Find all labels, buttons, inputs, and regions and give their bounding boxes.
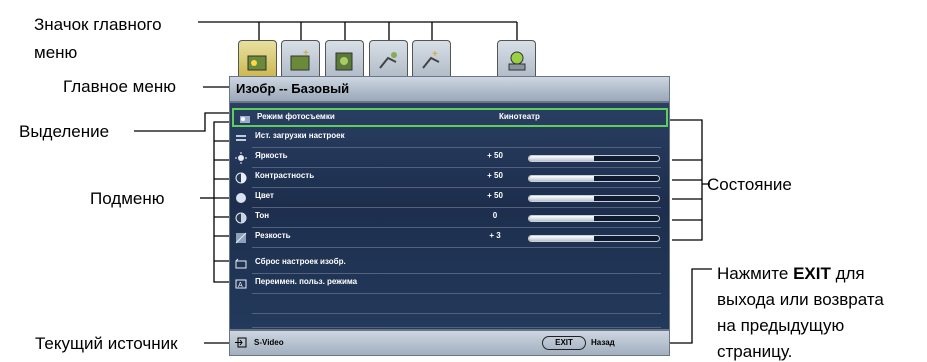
svg-text:+: +: [303, 48, 309, 59]
slider-fill: [529, 236, 594, 241]
menu-item-value: Кинотеатр: [499, 112, 540, 121]
menu-item-sharpness[interactable]: Резкость + 3: [230, 229, 669, 248]
empty-row: [230, 309, 669, 328]
current-source-value: S-Video: [254, 338, 284, 347]
menu-item-label: Цвет: [255, 191, 274, 200]
osd-title: Изобр -- Базовый: [236, 81, 350, 96]
exit-button[interactable]: EXIT: [542, 336, 586, 350]
tint-slider[interactable]: [528, 215, 660, 222]
menu-item-label: Режим фотосъемки: [257, 112, 335, 121]
menu-item-value: + 3: [489, 231, 501, 240]
osd-footer: S-Video EXIT Назад: [229, 330, 670, 356]
svg-text:A: A: [238, 282, 243, 289]
picture-tab-icon: [247, 55, 267, 71]
slider-fill: [529, 156, 594, 161]
sharpness-slider[interactable]: [528, 235, 660, 242]
rename-user-mode-icon: A: [235, 279, 247, 289]
slider-fill: [529, 196, 594, 201]
picture-mode-icon: [240, 116, 250, 123]
row-separator: [252, 293, 661, 294]
menu-item-contrast[interactable]: Контрастность + 50: [230, 169, 669, 188]
slider-fill: [529, 216, 594, 221]
menu-item-value: + 50: [487, 151, 503, 160]
menu-item-reset-picture[interactable]: Сброс настроек изобр.: [230, 255, 669, 274]
menu-item-label: Тон: [255, 211, 270, 220]
sharpness-icon: [235, 232, 247, 244]
menu-item-label: Контрастность: [255, 171, 315, 180]
menu-item-picture-mode[interactable]: Режим фотосъемки Кинотеатр: [232, 108, 668, 127]
display-tab-icon: [379, 52, 397, 69]
menu-item-label: Резкость: [255, 231, 291, 240]
row-separator: [252, 147, 661, 148]
tab-picture[interactable]: [238, 40, 277, 80]
row-separator: [252, 207, 661, 208]
menu-item-brightness[interactable]: Яркость + 50: [230, 149, 669, 168]
system-setup-tab-icon: +: [422, 49, 440, 69]
menu-item-value: 0: [492, 211, 498, 220]
color-icon: [236, 193, 246, 203]
svg-text:+: +: [432, 49, 438, 60]
tab-picture-advanced[interactable]: +: [281, 40, 320, 80]
picture-advanced-tab-icon: +: [290, 48, 310, 71]
information-tab-icon: [508, 51, 526, 71]
tab-display[interactable]: [369, 40, 408, 80]
tint-icon: [235, 212, 247, 224]
menu-item-tint[interactable]: Тон 0: [230, 209, 669, 228]
osd-submenu-panel: Режим фотосъемки Кинотеатр Ист. загрузки…: [229, 102, 670, 330]
row-separator: [252, 227, 661, 228]
row-separator: [252, 247, 661, 248]
tab-system-setup[interactable]: +: [412, 40, 451, 80]
row-separator: [252, 327, 661, 328]
row-separator: [252, 273, 661, 274]
contrast-icon: [235, 172, 247, 184]
tab-information[interactable]: [497, 40, 536, 80]
tab-audio[interactable]: [325, 40, 364, 80]
row-separator: [252, 167, 661, 168]
menu-item-label: Яркость: [255, 151, 288, 160]
menu-item-load-settings[interactable]: Ист. загрузки настроек: [230, 129, 669, 148]
menu-item-color[interactable]: Цвет + 50: [230, 189, 669, 208]
row-separator: [252, 187, 661, 188]
menu-item-label: Сброс настроек изобр.: [255, 257, 346, 266]
color-slider[interactable]: [528, 195, 660, 202]
brightness-icon: [235, 152, 247, 164]
input-source-icon: [235, 337, 247, 348]
contrast-slider[interactable]: [528, 175, 660, 182]
audio-tab-icon: [335, 52, 353, 71]
reset-picture-icon: [235, 258, 247, 269]
slider-fill: [529, 176, 594, 181]
back-label: Назад: [591, 338, 615, 347]
menu-item-rename-user-mode[interactable]: A Переимен. польз. режима: [230, 275, 669, 294]
menu-item-value: + 50: [487, 191, 503, 200]
osd-title-bar: Изобр -- Базовый: [229, 76, 670, 102]
menu-item-label: Переимен. польз. режима: [255, 277, 358, 286]
menu-item-value: + 50: [487, 171, 503, 180]
menu-item-label: Ист. загрузки настроек: [255, 131, 345, 140]
brightness-slider[interactable]: [528, 155, 660, 162]
load-settings-icon: [236, 135, 246, 141]
